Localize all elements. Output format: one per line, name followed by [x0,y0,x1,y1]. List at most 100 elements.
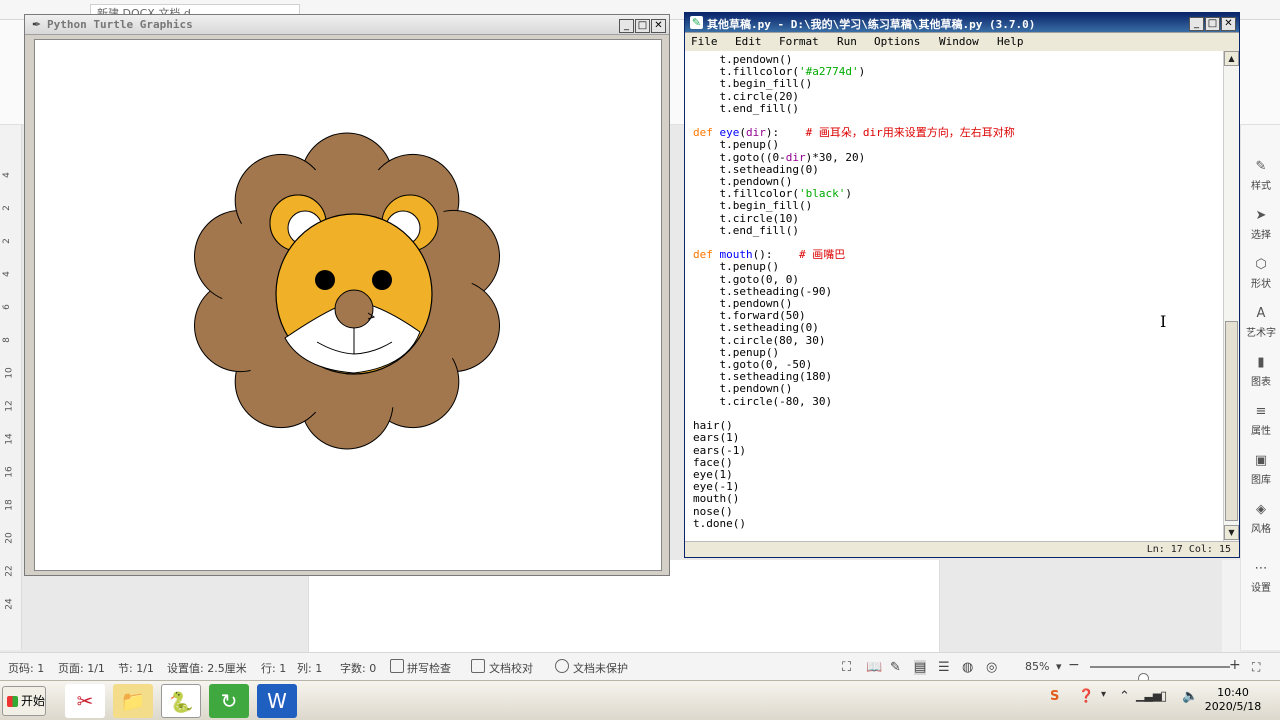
clock-time: 10:40 [1217,686,1249,699]
browser-icon[interactable]: ↻ [209,684,249,718]
clock-date: 2020/5/18 [1204,700,1262,713]
panel-5-icon: ≡ [1255,404,1267,419]
zoom-dropdown-icon[interactable]: ▾ [1056,660,1062,673]
idle-titlebar[interactable]: ✎ 其他草稿.py - D:\我的\学习\练习草稿\其他草稿.py (3.7.0… [685,13,1239,33]
panel-item-2[interactable]: ⬡ 形状 [1241,251,1280,295]
python-icon[interactable]: 🐍 [161,684,201,718]
panel-item-3[interactable]: A 艺术字 [1241,300,1280,344]
panel-item-1[interactable]: ➤ 选择 [1241,202,1280,246]
zoom-out-icon[interactable]: − [1068,657,1080,673]
menu-edit[interactable]: Edit [735,35,762,48]
ruler-number: 8 [1,337,12,343]
eye-protect-icon[interactable]: ◎ [986,660,997,675]
menu-help[interactable]: Help [997,35,1024,48]
lion-drawing [193,132,501,450]
turtle-window[interactable]: ✒ Python Turtle Graphics _ □ ✕ [24,14,670,576]
start-button[interactable]: 开始 [2,686,46,716]
proofread-icon [471,659,485,673]
menu-options[interactable]: Options [874,35,920,48]
spellcheck-icon [390,659,404,673]
zoom-slider[interactable] [1090,666,1230,684]
taskbar: 开始 ✂ 📁 🐍 ↻ W S ❓ ▾ ⌃ ▁▃▅ ▯ 🔈 10:40 2020/5/18 [0,680,1280,720]
volume-icon[interactable]: 🔈 [1182,689,1198,704]
web-view-icon[interactable]: ◍ [962,660,973,675]
minimize-button[interactable]: _ [1189,17,1204,31]
idle-title: 其他草稿.py - D:\我的\学习\练习草稿\其他草稿.py (3.7.0) [707,18,1036,31]
menu-run[interactable]: Run [837,35,857,48]
cursor-position: Ln: 17 Col: 15 [1146,544,1231,555]
scroll-down-arrow[interactable]: ▼ [1224,525,1239,540]
close-button[interactable]: ✕ [651,19,666,33]
spellcheck-button[interactable]: 拼写检查 [407,660,451,676]
fullscreen-icon[interactable]: ⛶ [842,660,851,675]
menu-file[interactable]: File [691,35,718,48]
panel-item-7[interactable]: ◈ 风格 [1241,496,1280,540]
document-scrollbar[interactable] [1222,560,1240,652]
proofread-button[interactable]: 文档校对 [489,660,533,676]
panel-item-label: 图表 [1251,377,1271,388]
panel-item-label: 风格 [1251,524,1271,535]
status-setting: 设置值: 2.5厘米 [167,662,247,675]
protect-status[interactable]: 文档未保护 [573,660,628,676]
taskbar-clock[interactable]: 10:40 2020/5/18 [1198,686,1268,714]
outline-view-icon[interactable]: ☰ [938,660,950,675]
editor-scrollbar[interactable]: ▲ ▼ [1223,51,1239,541]
protect-icon [555,659,569,673]
panel-item-label: 属性 [1251,426,1271,437]
panel-item-0[interactable]: ✎ 样式 [1241,153,1280,197]
maximize-button[interactable]: □ [1205,17,1220,31]
device-icon[interactable]: ▯ [1160,689,1167,704]
show-hidden-icon[interactable]: ⌃ [1119,689,1130,704]
code-editor[interactable]: t.pendown() t.fillcolor('#a2774d') t.beg… [685,51,1223,541]
status-page: 页面: 1/1 [58,662,105,675]
reading-mode-icon[interactable]: 📖 [866,660,882,675]
status-page-code: 页码: 1 [8,662,45,675]
minimize-button[interactable]: _ [619,19,634,33]
scroll-up-arrow[interactable]: ▲ [1224,51,1239,66]
panel-item-label: 艺术字 [1246,328,1276,339]
ruler-number: 10 [4,367,15,379]
menu-window[interactable]: Window [939,35,979,48]
sogou-ime-icon[interactable]: S [1050,689,1059,704]
panel-item-label: 选择 [1251,230,1271,241]
ruler-number: 2 [1,238,12,244]
snipping-tool-icon[interactable]: ✂ [65,684,105,718]
status-col: 列: 1 [297,662,323,675]
ruler-number: 18 [4,499,15,511]
maximize-button[interactable]: □ [635,19,650,33]
tray-menu-icon[interactable]: ▾ [1101,689,1106,700]
status-words: 字数: 0 [340,662,377,675]
panel-item-8[interactable]: ⋯ 设置 [1241,555,1280,599]
close-button[interactable]: ✕ [1221,17,1236,31]
lion-left-eye [315,270,335,290]
code-text[interactable]: t.pendown() t.fillcolor('#a2774d') t.beg… [693,53,1015,530]
panel-item-5[interactable]: ≡ 属性 [1241,398,1280,442]
wps-writer-icon[interactable]: W [257,684,297,718]
file-explorer-icon[interactable]: 📁 [113,684,153,718]
page-view-icon[interactable]: ▤ [914,660,927,675]
wps-status-bar: 页码: 1 页面: 1/1 节: 1/1 设置值: 2.5厘米 行: 1 列: … [0,652,1280,684]
turtle-titlebar[interactable]: ✒ Python Turtle Graphics _ □ ✕ [25,15,669,35]
pen-icon[interactable]: ✎ [890,660,901,675]
turtle-title: Python Turtle Graphics [47,18,193,31]
zoom-value[interactable]: 85% [1025,660,1049,673]
status-section: 节: 1/1 [118,662,154,675]
scroll-thumb[interactable] [1225,321,1238,521]
panel-item-6[interactable]: ▣ 图库 [1241,447,1280,491]
idle-editor-window[interactable]: ✎ 其他草稿.py - D:\我的\学习\练习草稿\其他草稿.py (3.7.0… [684,12,1240,558]
network-icon[interactable]: ▁▃▅ [1136,689,1161,702]
panel-0-icon: ✎ [1255,159,1267,174]
panel-7-icon: ◈ [1256,502,1266,517]
ruler-number: 2 [1,205,12,211]
mouse-ibeam-cursor: I [1160,312,1167,331]
help-icon[interactable]: ❓ [1078,689,1094,704]
fit-window-icon[interactable]: ⛶ [1252,660,1260,675]
menu-format[interactable]: Format [779,35,819,48]
panel-6-icon: ▣ [1254,453,1268,468]
panel-8-icon: ⋯ [1254,561,1268,576]
zoom-in-icon[interactable]: + [1229,657,1241,673]
ruler-number: 4 [1,271,12,277]
turtle-canvas[interactable] [34,39,662,571]
python-file-icon: ✎ [690,16,703,29]
panel-item-4[interactable]: ▮ 图表 [1241,349,1280,393]
